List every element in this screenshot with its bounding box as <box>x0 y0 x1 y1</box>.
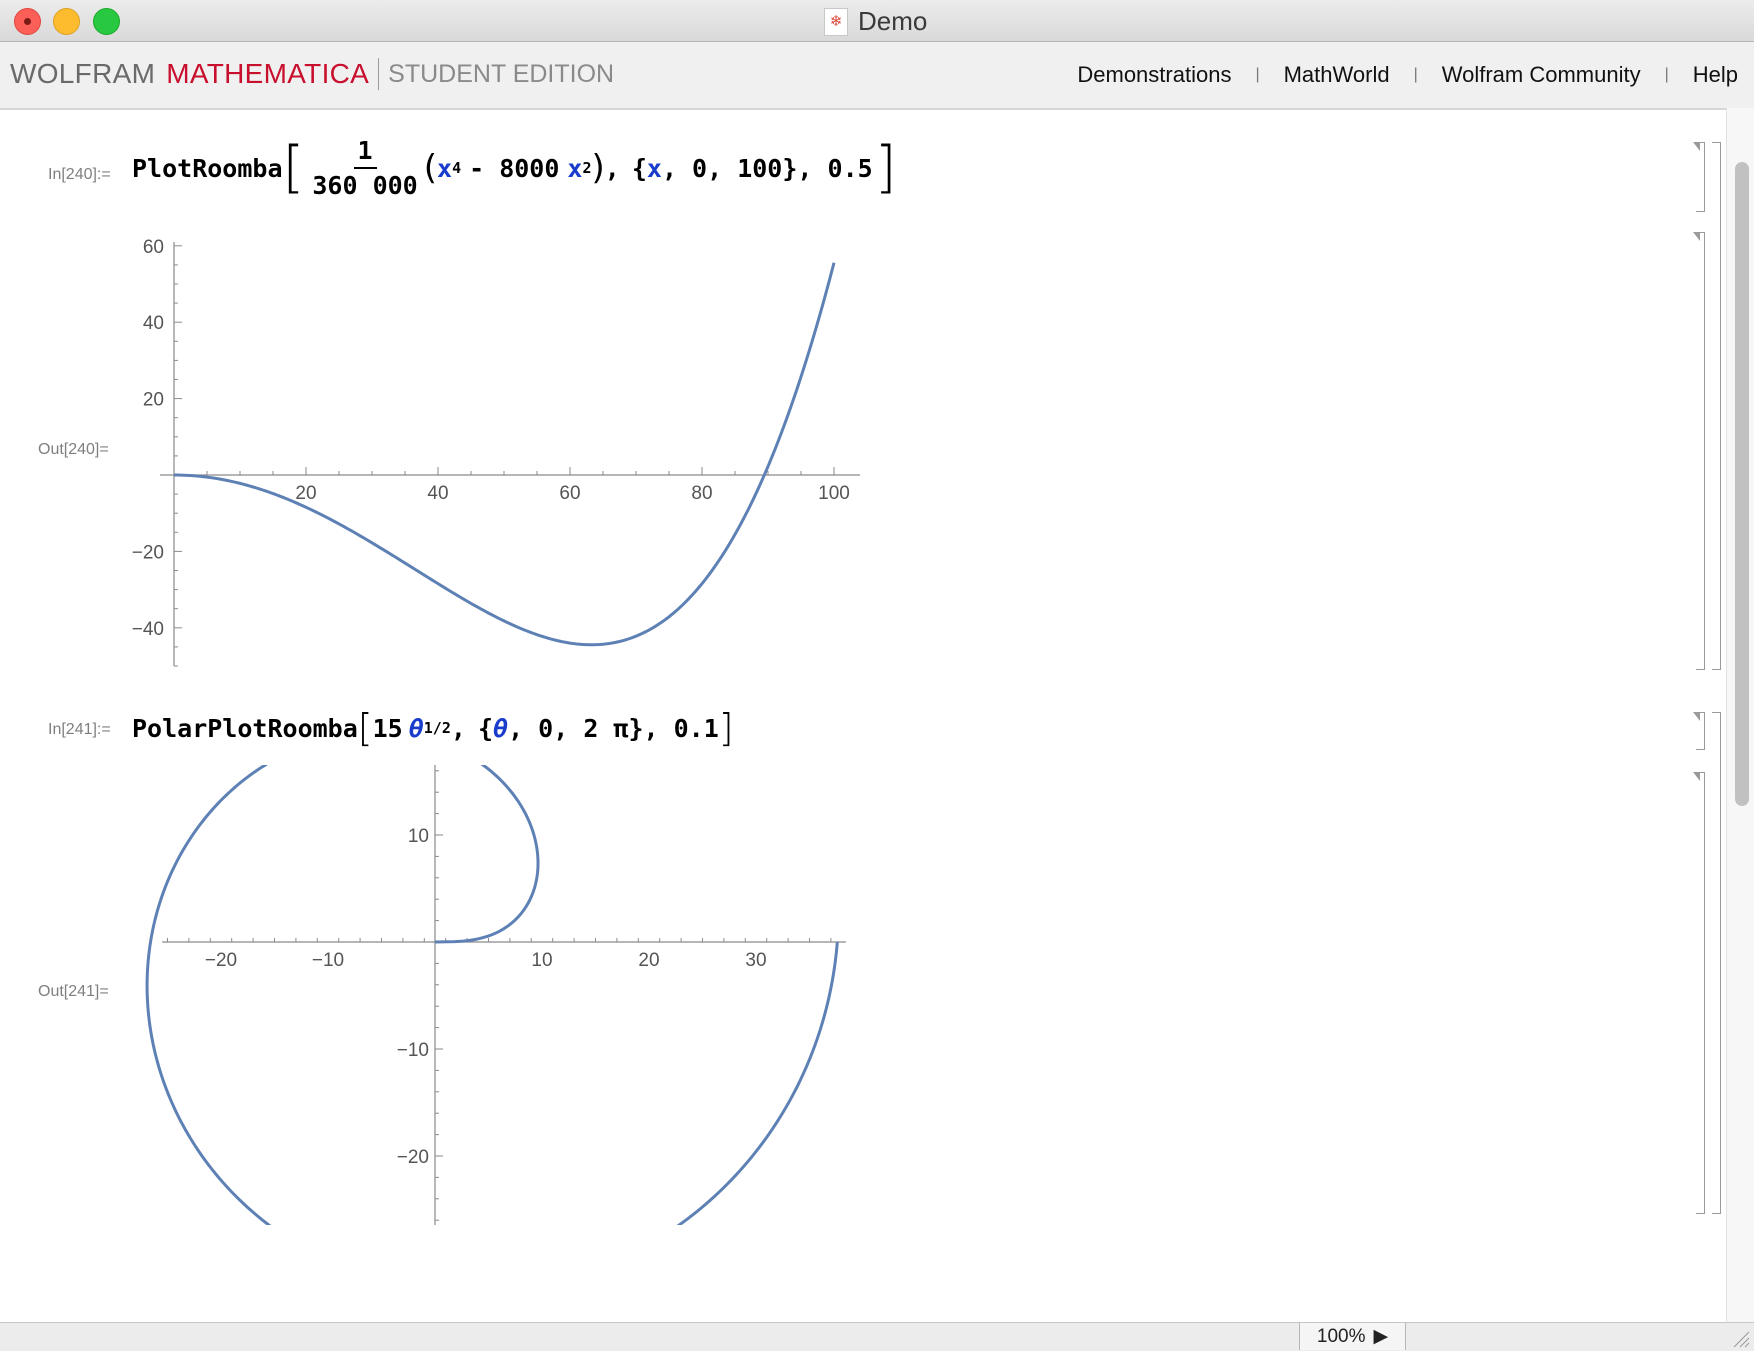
plot-curve <box>173 262 836 647</box>
x-tick-label: 20 <box>295 483 316 504</box>
brand-mathematica: MATHEMATICA <box>166 58 370 89</box>
brand-edition: STUDENT EDITION <box>388 59 615 88</box>
input-cell-240[interactable]: PlotRoomba [ 1 360 000 ( x4 - 8000 x2 ) … <box>132 136 897 200</box>
comma: , <box>450 713 466 743</box>
variable-theta: θ <box>408 713 424 743</box>
fraction-denominator: 360 000 <box>312 171 418 200</box>
step-argument: , 0.5 <box>797 153 873 183</box>
close-bracket: ] <box>874 135 897 200</box>
x-tick-label: −10 <box>312 950 344 971</box>
iterator-open: { <box>477 713 493 743</box>
x-tick-label: 80 <box>691 483 712 504</box>
exponent-half: 1/2 <box>423 719 451 737</box>
x-tick-label: 10 <box>531 950 552 971</box>
cell-bracket-marker <box>1693 232 1700 241</box>
plot-curve <box>145 765 839 1225</box>
y-tick-label: −10 <box>397 1040 429 1061</box>
y-tick-label: −40 <box>132 619 164 640</box>
output-cell-bracket[interactable] <box>1696 232 1705 670</box>
notebook-document-icon: ❄ <box>824 7 848 36</box>
resource-links: Demonstrations | MathWorld | Wolfram Com… <box>1077 62 1738 88</box>
exponent-4: 4 <box>452 159 462 177</box>
output-label-241: Out[241]= <box>38 983 109 1000</box>
help-link[interactable]: Help <box>1693 62 1738 88</box>
y-tick-label: 60 <box>143 237 164 258</box>
x-tick-label: 20 <box>638 950 659 971</box>
link-separator: | <box>1413 66 1418 83</box>
brand-wolfram: WOLFRAM <box>10 58 156 89</box>
iterator-variable: x <box>646 153 662 183</box>
cell-bracket-marker <box>1693 772 1700 781</box>
x-tick-label: 60 <box>559 483 580 504</box>
x-tick-label: −20 <box>205 950 237 971</box>
brand-bar: WOLFRAM MATHEMATICA STUDENT EDITION Demo… <box>0 42 1754 110</box>
open-bracket: [ <box>282 135 305 200</box>
window-titlebar: ❄ Demo <box>0 0 1754 42</box>
input-cell-241[interactable]: PolarPlotRoomba [ 15 θ 1/2 , {θ, 0, 2 π},… <box>132 706 734 750</box>
minimize-window-button[interactable] <box>53 8 80 35</box>
iterator-range: , 0, 100} <box>661 153 798 183</box>
cell-bracket-marker <box>1693 142 1700 151</box>
output-cell-bracket[interactable] <box>1696 772 1705 1214</box>
fraction: 1 360 000 <box>312 136 417 200</box>
x-tick-label: 30 <box>745 950 766 971</box>
function-name: PlotRoomba <box>132 153 283 183</box>
variable-x: x <box>437 153 453 183</box>
y-tick-label: 10 <box>408 826 429 847</box>
link-separator: | <box>1664 66 1669 83</box>
y-tick-label: −20 <box>397 1147 429 1168</box>
exponent-2: 2 <box>582 159 592 177</box>
y-tick-label: 20 <box>143 390 164 411</box>
demonstrations-link[interactable]: Demonstrations <box>1077 62 1231 88</box>
plot-roomba-output[interactable]: 20 40 60 80 100 −40 −20 20 40 60 <box>120 220 860 680</box>
y-tick-label: −20 <box>132 542 164 563</box>
window-title-group: ❄ Demo <box>824 6 927 37</box>
iterator-variable: θ <box>493 713 509 743</box>
open-paren: ( <box>423 148 437 188</box>
zoom-arrow-icon: ▶ <box>1373 1326 1389 1347</box>
group-cell-bracket[interactable] <box>1712 712 1721 1214</box>
iterator-range: , 0, 2 π} <box>508 713 644 743</box>
input-label-240: In[240]:= <box>48 166 111 183</box>
fraction-numerator: 1 <box>353 136 377 169</box>
open-bracket: [ <box>357 706 373 750</box>
y-tick-label: 40 <box>143 313 164 334</box>
window-title: Demo <box>858 6 928 36</box>
zoom-window-button[interactable] <box>93 8 120 35</box>
polar-plot-roomba-output[interactable]: −20−10102030−30−20−101020 <box>120 765 860 1225</box>
x-tick-label: 40 <box>427 483 448 504</box>
variable-x: x <box>567 153 583 183</box>
coefficient: 15 <box>372 713 403 743</box>
iterator-open: { <box>631 153 647 183</box>
function-name: PolarPlotRoomba <box>132 713 358 743</box>
comma: , <box>604 153 620 183</box>
status-bar: 100% ▶ <box>0 1322 1754 1351</box>
x-tick-label: 100 <box>818 483 850 504</box>
zoom-level: 100% <box>1316 1325 1366 1347</box>
close-paren: ) <box>591 148 605 188</box>
input-label-241: In[241]:= <box>48 721 111 738</box>
input-cell-bracket[interactable] <box>1696 142 1705 212</box>
wolfram-mathematica-logo: WOLFRAM MATHEMATICA STUDENT EDITION <box>10 58 614 90</box>
middle-term: - 8000 <box>469 153 560 183</box>
brand-divider <box>378 58 380 90</box>
group-cell-bracket[interactable] <box>1712 142 1721 670</box>
zoom-menu[interactable]: 100% ▶ <box>1299 1323 1406 1350</box>
wolfram-community-link[interactable]: Wolfram Community <box>1442 62 1641 88</box>
close-bracket: ] <box>718 706 734 750</box>
vertical-scrollbar[interactable] <box>1726 108 1754 1322</box>
output-label-240: Out[240]= <box>38 441 109 458</box>
scrollbar-thumb[interactable] <box>1735 162 1749 806</box>
close-window-button[interactable] <box>14 8 41 35</box>
link-separator: | <box>1255 66 1260 83</box>
resize-grip-icon[interactable] <box>1730 1328 1750 1348</box>
mathworld-link[interactable]: MathWorld <box>1284 62 1390 88</box>
cell-bracket-marker <box>1693 712 1700 721</box>
step-argument: , 0.1 <box>643 713 719 743</box>
